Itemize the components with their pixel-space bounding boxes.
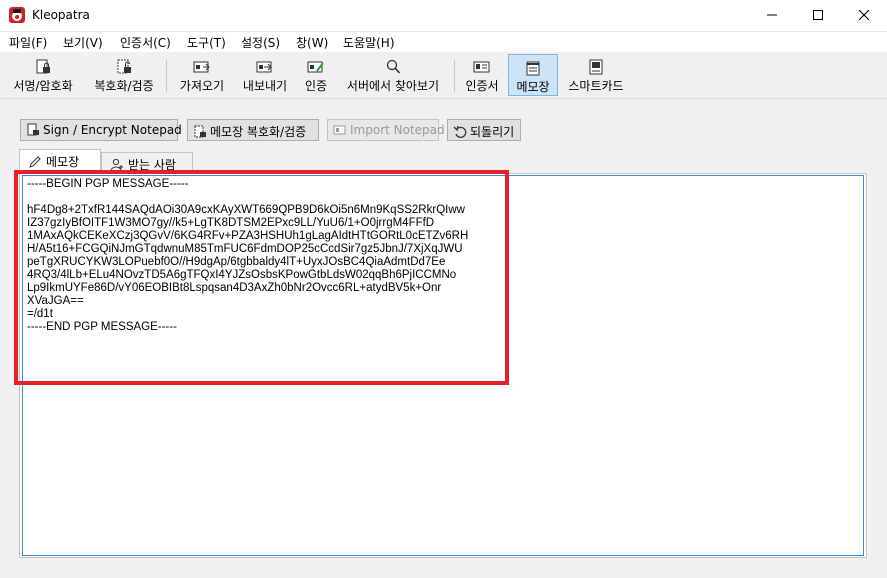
sign-encrypt-notepad-button[interactable]: Sign / Encrypt Notepad	[20, 119, 182, 141]
import-notepad-label: Import Notepad	[350, 123, 445, 137]
title-bar: Kleopatra	[0, 0, 887, 32]
notepad-button[interactable]: 메모장	[508, 54, 558, 96]
undo-icon	[453, 125, 467, 138]
certify-button[interactable]: 인증	[300, 54, 332, 96]
sign-encrypt-label: 서명/암호화	[13, 79, 73, 93]
pencil-icon	[29, 156, 41, 168]
import-icon	[193, 61, 210, 73]
search-icon	[386, 59, 401, 74]
add-user-icon	[110, 158, 123, 172]
maximize-button[interactable]	[795, 0, 841, 31]
notepad-icon	[526, 61, 540, 76]
export-button[interactable]: 내보내기	[237, 54, 293, 96]
notepad-editor[interactable]: -----BEGIN PGP MESSAGE----- hF4Dg8+2TxfR…	[22, 175, 864, 556]
minimize-icon	[767, 14, 777, 16]
smartcard-icon	[589, 59, 603, 75]
import-label: 가져오기	[179, 79, 225, 93]
export-label: 내보내기	[242, 79, 288, 93]
revert-button[interactable]: 되돌리기	[447, 119, 521, 141]
smartcards-button[interactable]: 스마트카드	[563, 54, 629, 96]
main-toolbar: 서명/암호화 복호화/검증 가져오기 내보내기 인증 서버에서 찾아보기 인증서…	[0, 52, 887, 99]
window-title: Kleopatra	[32, 8, 90, 22]
import-notepad-button[interactable]: Import Notepad	[327, 119, 445, 141]
tab-recipients-label: 받는 사람	[128, 158, 176, 172]
decrypt-verify-icon	[117, 59, 131, 74]
decrypt-verify-label: 복호화/검증	[94, 79, 154, 93]
close-icon	[858, 9, 870, 21]
import-icon	[333, 125, 346, 135]
menu-tools[interactable]: 도구(T)	[187, 34, 226, 51]
menu-file[interactable]: 파일(F)	[9, 34, 47, 51]
tab-notepad[interactable]: 메모장	[19, 149, 101, 174]
kleopatra-app-icon	[9, 7, 25, 23]
decrypt-verify-notepad-label: 메모장 복호화/검증	[210, 125, 307, 139]
import-button[interactable]: 가져오기	[175, 54, 229, 96]
menu-window[interactable]: 창(W)	[296, 34, 328, 51]
sign-encrypt-button[interactable]: 서명/암호화	[6, 54, 80, 96]
certificates-button[interactable]: 인증서	[461, 54, 503, 96]
decrypt-verify-notepad-button[interactable]: 메모장 복호화/검증	[187, 119, 319, 141]
smartcards-label: 스마트카드	[568, 79, 624, 93]
minimize-button[interactable]	[749, 0, 795, 31]
maximize-icon	[813, 10, 823, 20]
certificate-icon	[473, 61, 490, 73]
decrypt-verify-button[interactable]: 복호화/검증	[88, 54, 160, 96]
decrypt-verify-icon	[194, 125, 206, 138]
menu-bar: 파일(F) 보기(V) 인증서(C) 도구(T) 설정(S) 창(W) 도움말(…	[0, 32, 887, 52]
menu-certificates[interactable]: 인증서(C)	[120, 34, 171, 51]
export-icon	[256, 61, 272, 73]
sign-encrypt-notepad-label: Sign / Encrypt Notepad	[43, 123, 182, 137]
tab-recipients[interactable]: 받는 사람	[101, 152, 193, 174]
sign-encrypt-icon	[36, 59, 50, 74]
certify-icon	[307, 61, 324, 73]
certificates-label: 인증서	[465, 79, 499, 93]
lookup-server-label: 서버에서 찾아보기	[346, 79, 440, 93]
menu-settings[interactable]: 설정(S)	[241, 34, 280, 51]
lookup-server-button[interactable]: 서버에서 찾아보기	[339, 54, 447, 96]
certify-label: 인증	[304, 79, 328, 93]
revert-label: 되돌리기	[470, 125, 515, 139]
menu-view[interactable]: 보기(V)	[63, 34, 103, 51]
menu-help[interactable]: 도움말(H)	[343, 34, 395, 51]
close-button[interactable]	[841, 0, 887, 31]
sign-encrypt-icon	[27, 123, 39, 136]
toolbar-separator	[166, 60, 167, 92]
toolbar-separator	[454, 60, 455, 92]
notepad-label: 메모장	[516, 80, 550, 94]
tab-notepad-label: 메모장	[46, 155, 80, 169]
